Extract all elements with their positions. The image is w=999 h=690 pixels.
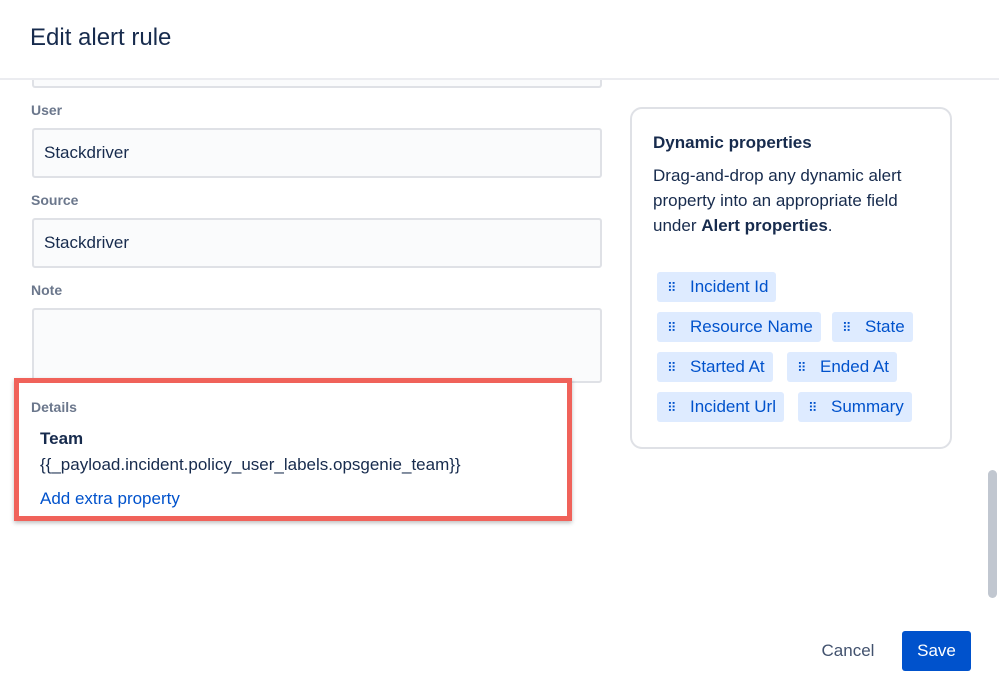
add-extra-property-link[interactable]: Add extra property — [40, 489, 180, 509]
modal-body[interactable]: User Stackdriver Source Stackdriver Note… — [0, 80, 999, 605]
drag-handle-icon: ⠿ — [667, 279, 677, 295]
user-field[interactable]: Stackdriver — [32, 128, 602, 178]
source-label: Source — [31, 192, 79, 208]
source-field-value: Stackdriver — [44, 233, 130, 252]
modal-title: Edit alert rule — [30, 24, 172, 51]
chip-summary[interactable]: ⠿ Summary — [798, 392, 912, 422]
chip-state[interactable]: ⠿ State — [832, 312, 913, 342]
chip-started-at[interactable]: ⠿ Started At — [657, 352, 773, 382]
details-label: Details — [31, 399, 77, 415]
dynamic-properties-panel: Dynamic properties Drag-and-drop any dyn… — [630, 107, 952, 449]
scrollbar-thumb[interactable] — [988, 470, 997, 598]
description-suffix: . — [827, 216, 833, 235]
note-label: Note — [31, 282, 63, 298]
modal-footer: Cancel Save — [0, 605, 999, 690]
user-label: User — [31, 102, 63, 118]
details-key-team: Team — [40, 429, 84, 448]
description-bold: Alert properties — [701, 216, 828, 235]
chip-label: State — [865, 317, 905, 336]
chip-incident-url[interactable]: ⠿ Incident Url — [657, 392, 784, 422]
modal-header: Edit alert rule — [0, 0, 999, 80]
drag-handle-icon: ⠿ — [808, 399, 818, 415]
user-field-value: Stackdriver — [44, 143, 130, 162]
note-field[interactable] — [32, 308, 602, 383]
drag-handle-icon: ⠿ — [667, 359, 677, 375]
chip-ended-at[interactable]: ⠿ Ended At — [787, 352, 898, 382]
cancel-button[interactable]: Cancel — [808, 631, 888, 671]
chip-resource-name[interactable]: ⠿ Resource Name — [657, 312, 821, 342]
chip-label: Ended At — [820, 357, 890, 376]
chip-label: Incident Url — [690, 397, 776, 416]
drag-handle-icon: ⠿ — [667, 319, 677, 335]
dynamic-properties-title: Dynamic properties — [653, 133, 812, 152]
details-value-team[interactable]: {{_payload.incident.policy_user_labels.o… — [40, 455, 461, 475]
details-section: Details Team {{_payload.incident.policy_… — [14, 378, 572, 521]
drag-handle-icon: ⠿ — [797, 359, 807, 375]
dynamic-properties-description: Drag-and-drop any dynamic alert property… — [653, 163, 938, 238]
chip-label: Summary — [831, 397, 904, 416]
previous-field[interactable] — [32, 80, 602, 88]
chip-label: Resource Name — [690, 317, 813, 336]
chip-label: Incident Id — [690, 277, 769, 296]
save-button[interactable]: Save — [902, 631, 971, 671]
drag-handle-icon: ⠿ — [842, 319, 852, 335]
source-field[interactable]: Stackdriver — [32, 218, 602, 268]
chip-incident-id[interactable]: ⠿ Incident Id — [657, 272, 777, 302]
chip-label: Started At — [690, 357, 765, 376]
drag-handle-icon: ⠿ — [667, 399, 677, 415]
